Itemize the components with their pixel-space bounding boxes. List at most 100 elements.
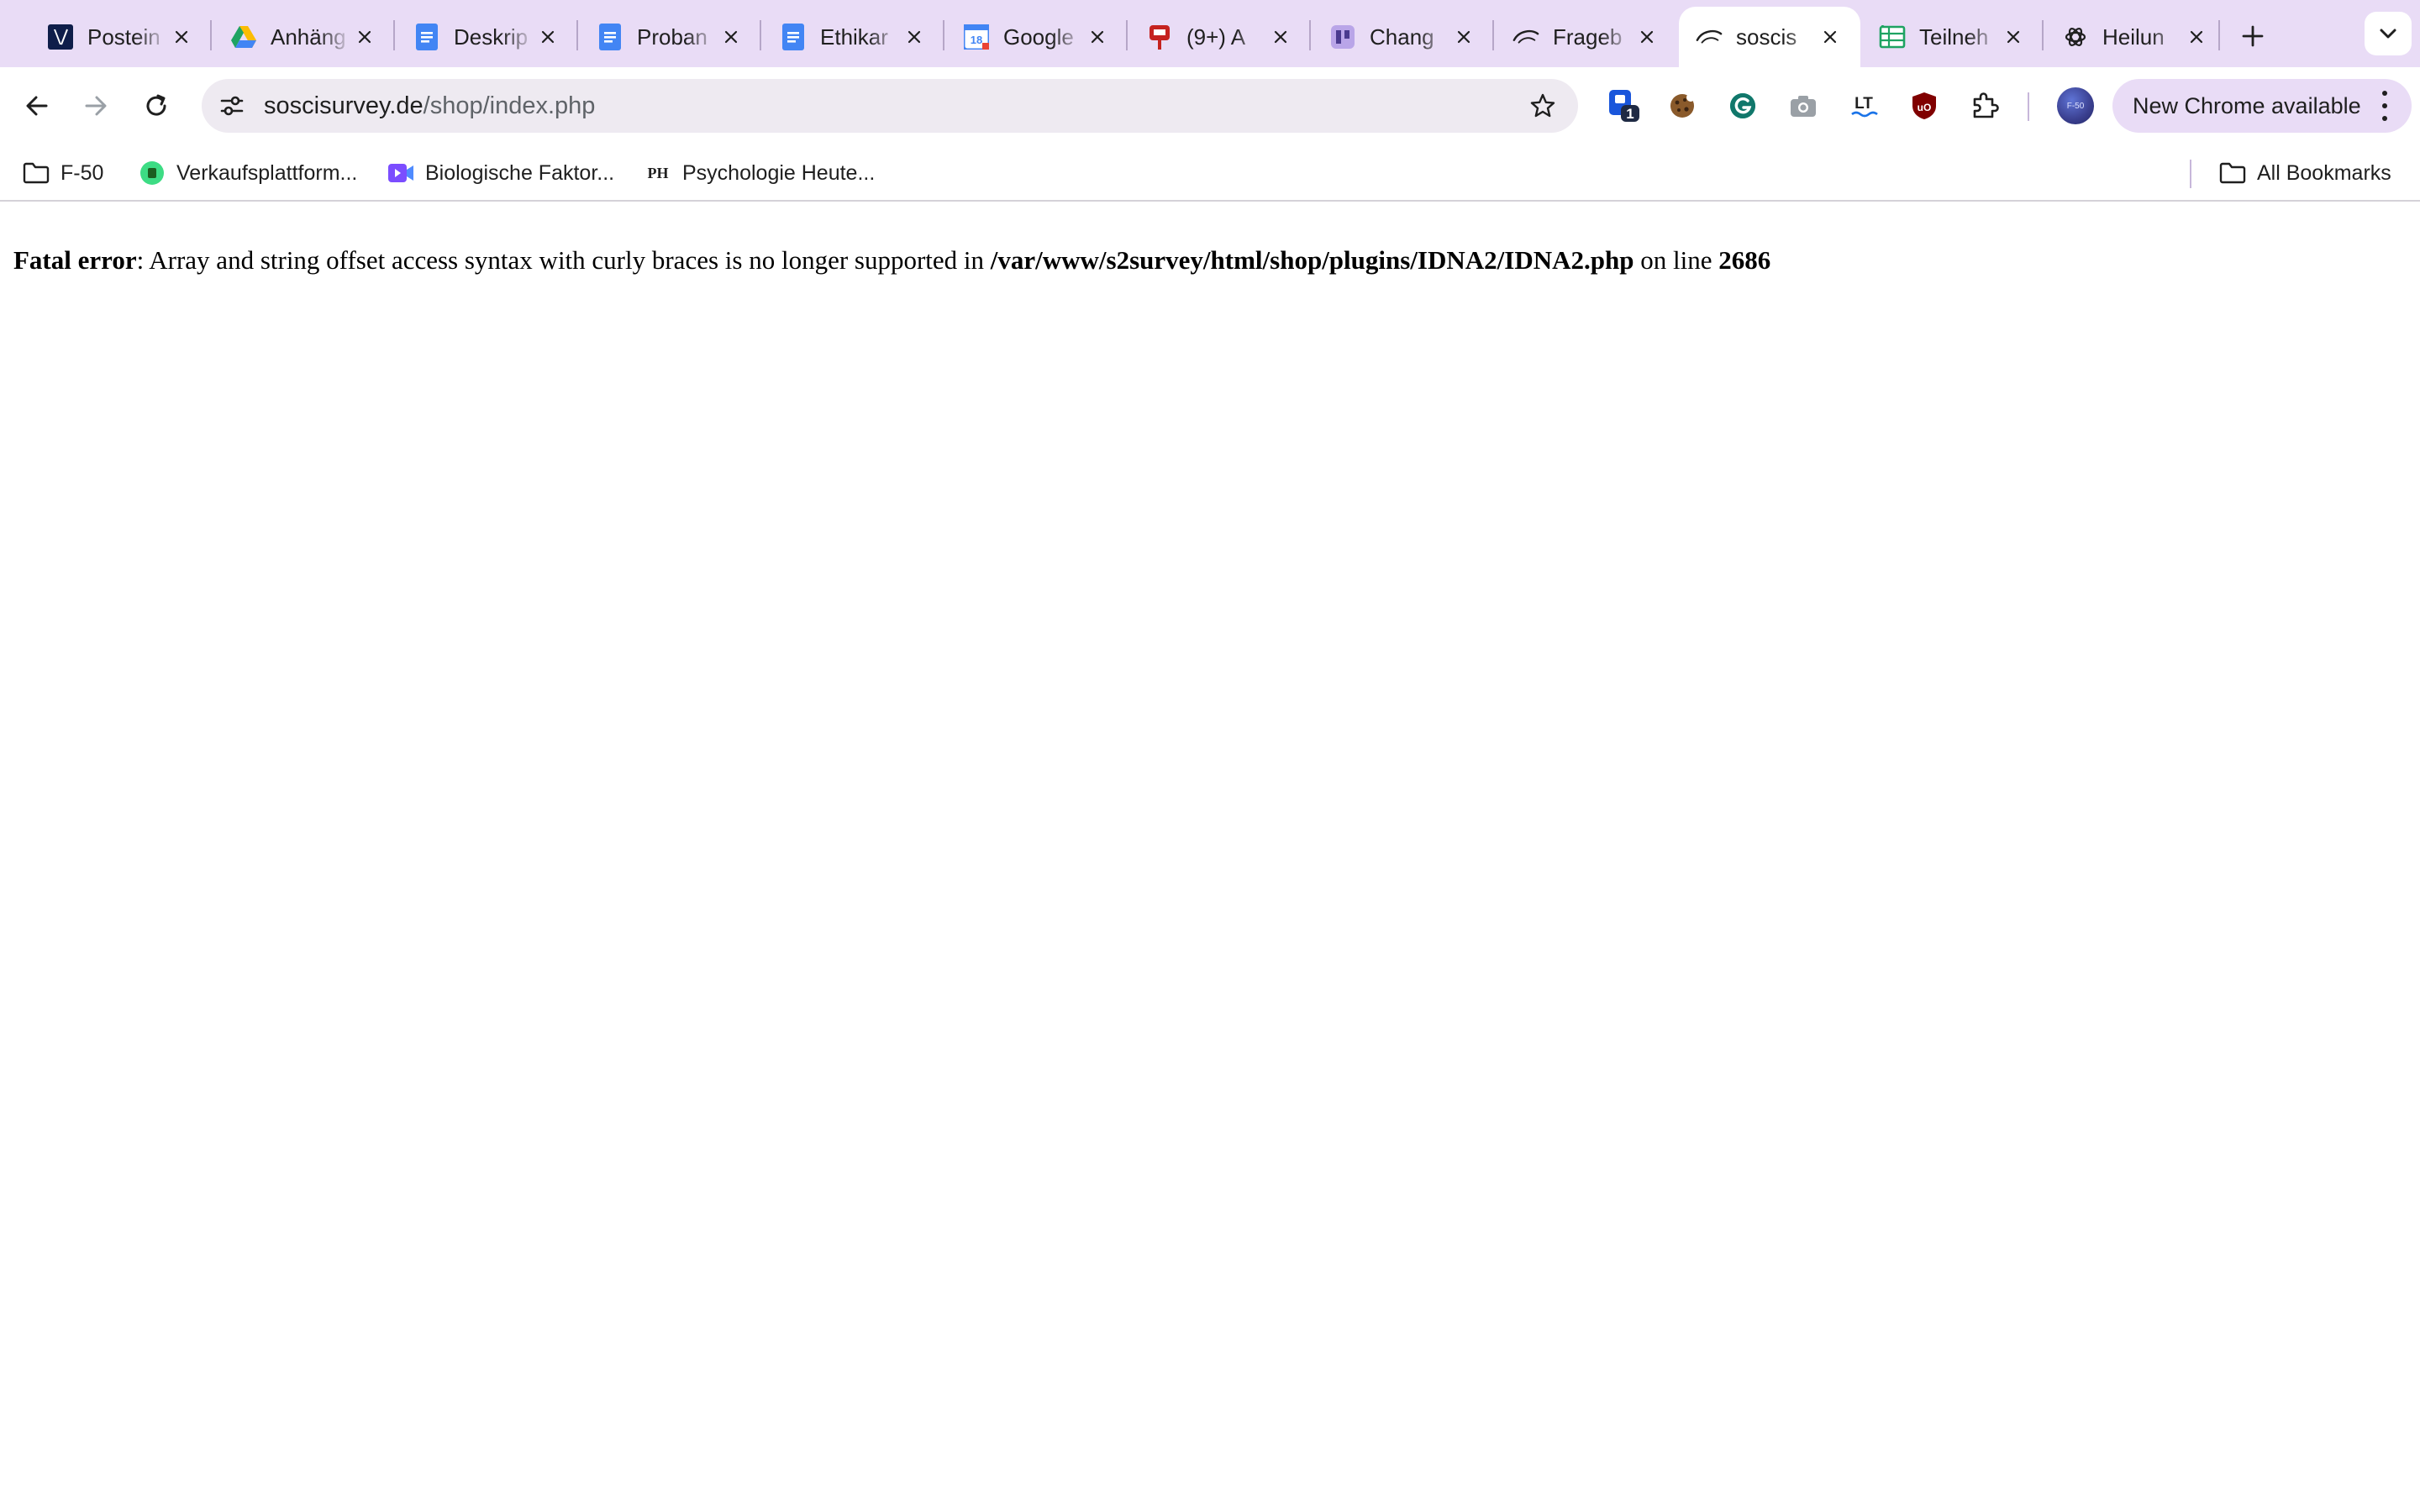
bookmark-verkaufsplattform[interactable]: Verkaufsplattform... (129, 155, 366, 192)
php-fatal-error: Fatal error: Array and string offset acc… (13, 245, 1770, 276)
bookmark-f50[interactable]: F-50 (13, 155, 112, 192)
bookmarks-separator (2190, 160, 2191, 188)
google-docs-icon (597, 24, 623, 50)
tab-separator (393, 20, 395, 50)
forward-button[interactable] (74, 84, 118, 128)
reload-button[interactable] (134, 84, 178, 128)
extensions-menu-button[interactable] (1965, 86, 2005, 126)
bookmark-star-button[interactable] (1524, 87, 1561, 124)
address-bar[interactable]: soscisurvey.de/shop/index.php (202, 79, 1578, 133)
openai-icon (2062, 24, 2089, 50)
tab-google-calendar[interactable]: 18 Google (946, 7, 1128, 67)
close-icon[interactable] (1084, 24, 1111, 50)
tab-separator (1309, 20, 1311, 50)
all-bookmarks-button[interactable]: All Bookmarks (2210, 155, 2400, 192)
page-content: Fatal error: Array and string offset acc… (0, 203, 2420, 1512)
tab-fragebogen[interactable]: Frageb (1496, 7, 1677, 67)
tab-probanden[interactable]: Proban (580, 7, 761, 67)
url-text[interactable]: soscisurvey.de/shop/index.php (264, 92, 595, 120)
tab-title: (9+) A (1186, 24, 1246, 50)
extension-cookie-button[interactable] (1662, 86, 1702, 126)
extension-languagetool-button[interactable]: LT (1844, 86, 1884, 126)
reload-icon (146, 94, 166, 116)
error-message: : Array and string offset access syntax … (136, 245, 991, 275)
tab-notifications[interactable]: (9+) A (1129, 7, 1311, 67)
tab-title: soscis (1736, 24, 1797, 50)
new-chrome-available-button[interactable]: New Chrome available (2112, 79, 2412, 133)
soscisurvey-icon (1696, 24, 1723, 50)
tab-separator (1492, 20, 1494, 50)
tab-title: Google (1003, 24, 1074, 50)
close-icon[interactable] (534, 24, 561, 50)
new-tab-button[interactable] (2232, 15, 2274, 57)
close-icon[interactable] (1450, 24, 1477, 50)
soscisurvey-icon (1512, 24, 1539, 50)
close-icon[interactable] (1267, 24, 1294, 50)
tab-separator (2042, 20, 2044, 50)
letter-v-icon (47, 24, 74, 50)
tab-ethikantrag[interactable]: Ethikar (763, 7, 944, 67)
update-label: New Chrome available (2133, 92, 2361, 118)
browser-toolbar: soscisurvey.de/shop/index.php 1 LT uO F-… (0, 67, 2420, 144)
svg-text:uO: uO (1918, 102, 1932, 113)
tab-title: Chang (1370, 24, 1434, 50)
all-bookmarks-label: All Bookmarks (2257, 160, 2391, 185)
url-path: /shop/index.php (423, 92, 596, 119)
google-docs-icon (780, 24, 807, 50)
toolbar-separator (2028, 92, 2029, 121)
folder-icon (22, 159, 50, 187)
folder-icon (2218, 159, 2247, 187)
purple-app-icon (1329, 24, 1356, 50)
tab-anhaenge[interactable]: Anhäng (213, 7, 395, 67)
error-file-path: /var/www/s2survey/html/shop/plugins/IDNA… (990, 245, 1634, 275)
tab-title: Frageb (1553, 24, 1623, 50)
arrow-left-icon (26, 96, 48, 116)
ph-icon: PH (644, 159, 672, 187)
tab-search-button[interactable] (2365, 12, 2412, 55)
error-on-line: on line (1634, 245, 1719, 275)
tab-deskriptiv[interactable]: Deskrip (397, 7, 578, 67)
site-info-button[interactable] (212, 86, 252, 126)
profile-avatar[interactable]: F-50 (2057, 87, 2094, 124)
close-icon[interactable] (2183, 24, 2210, 50)
chevron-down-icon (2380, 29, 2396, 39)
bookmark-biologische-faktoren[interactable]: Biologische Faktor... (378, 155, 623, 192)
puzzle-icon (1973, 92, 1999, 118)
extension-screenshot-button[interactable] (1783, 86, 1823, 126)
tab-teilnehmer[interactable]: Teilneh (1862, 7, 2044, 67)
tune-icon (220, 96, 244, 116)
tab-separator (576, 20, 578, 50)
google-calendar-icon: 18 (963, 24, 990, 50)
extension-badge: 1 (1626, 106, 1634, 122)
more-vert-icon[interactable] (2376, 91, 2393, 121)
bookmark-psychologie-heute[interactable]: PH Psychologie Heute... (635, 155, 883, 192)
tab-soscisurvey[interactable]: soscis (1679, 7, 1860, 67)
extension-grammarly-button[interactable] (1723, 86, 1763, 126)
back-button[interactable] (15, 84, 59, 128)
tab-heilung[interactable]: Heilun (2045, 7, 2227, 67)
arrow-right-icon (85, 96, 107, 116)
star-icon (1530, 93, 1555, 118)
tab-title: Anhäng (271, 24, 346, 50)
close-icon[interactable] (901, 24, 928, 50)
close-icon[interactable] (718, 24, 744, 50)
tab-strip: Postein Anhäng Deskrip Proban Ethikar 18… (0, 0, 2420, 67)
tab-separator (210, 20, 212, 50)
tab-title: Teilneh (1919, 24, 1989, 50)
google-sheets-icon (1879, 24, 1906, 50)
plus-icon (2242, 25, 2264, 47)
ublock-shield-icon: uO (1912, 92, 1936, 119)
extension-ublock-button[interactable]: uO (1904, 86, 1944, 126)
tab-change[interactable]: Chang (1313, 7, 1494, 67)
tab-postein[interactable]: Postein (30, 7, 212, 67)
tab-title: Heilun (2102, 24, 2165, 50)
tab-separator (2218, 20, 2220, 50)
close-icon[interactable] (168, 24, 195, 50)
close-icon[interactable] (2000, 24, 2027, 50)
tab-title: Ethikar (820, 24, 888, 50)
tab-separator (943, 20, 944, 50)
close-icon[interactable] (1817, 24, 1844, 50)
close-icon[interactable] (351, 24, 378, 50)
close-icon[interactable] (1634, 24, 1660, 50)
extension-shield-button[interactable]: 1 (1603, 86, 1644, 126)
